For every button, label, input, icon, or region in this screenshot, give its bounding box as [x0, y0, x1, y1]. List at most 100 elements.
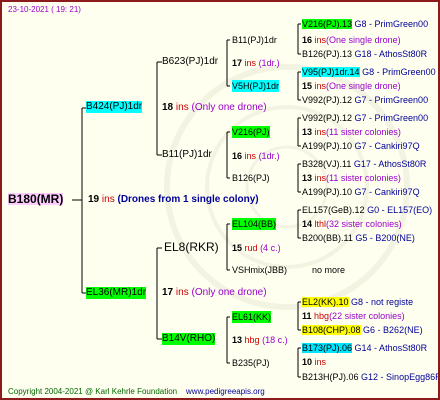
gen4-tail-12: G0 - EL157(EO)	[367, 205, 433, 215]
gen4-tail-4: G8 - PrimGreen00	[362, 67, 436, 77]
gen3-queen-2[interactable]: V5H(PJ)1dr	[232, 80, 280, 92]
gen4-id-3[interactable]: B126(PJ).13	[302, 49, 352, 59]
site-link[interactable]: www.pedigreeapis.org	[186, 387, 265, 396]
gen4-tail-3: G18 - AthosSt80R	[354, 49, 428, 59]
gen4-row-7: V992(PJ).12 G7 - PrimGreen00	[302, 112, 428, 124]
gen2-queen-2[interactable]: B11(PJ)1dr	[162, 149, 212, 161]
gen2-label-1: ins	[244, 58, 257, 68]
gen1-bottom-label: ins	[175, 287, 189, 298]
gen4-row-1: V216(PJ).13 G8 - PrimGreen00	[302, 18, 428, 30]
gen4-id-15: 11	[302, 311, 312, 321]
gen4-row-8: 13 ins(11 sister colonies)	[302, 127, 401, 137]
gen4-row-13: EL157(GeB).12 G0 - EL157(EO)	[302, 204, 432, 216]
gen4-id-8[interactable]: A199(PJ).10	[302, 141, 352, 151]
footer-copyright: Copyright 2004-2021 @ Karl Kehrle Founda…	[8, 386, 265, 398]
gen4-id-5: 15	[302, 81, 313, 91]
gen4-id-1[interactable]: V216(PJ).13	[302, 19, 353, 29]
gen2-note-1: (1dr.)	[258, 58, 280, 68]
gen4-tail-13: G5 - B200(NE)	[355, 233, 415, 243]
gen4-tail-11: G7 - Cankiri97Q	[354, 187, 420, 197]
gen3-queen-7[interactable]: EL61(KK)	[232, 311, 272, 323]
gen4-tail-17: G14 - AthosSt80R	[354, 343, 428, 353]
gen4-mid-18: ins	[314, 357, 327, 367]
copyright-text: Copyright 2004-2021 @ Karl Kehrle Founda…	[8, 387, 178, 396]
gen1-bottom-note: (Only one drone)	[191, 287, 267, 298]
gen4-id-4[interactable]: V95(PJ)1dr.14	[302, 67, 360, 77]
gen1-top-queen[interactable]: B424(PJ)1dr	[86, 101, 143, 113]
gen4-tail-14: G8 - not registe	[351, 297, 414, 307]
gen4-mid-2: ins	[314, 35, 327, 45]
gen4-id-19[interactable]: B213H(PJ).06	[302, 372, 359, 382]
gen1-bottom-info: 17 ins (Only one drone)	[162, 287, 267, 299]
gen1-bottom-queen[interactable]: EL36(MR)1dr	[86, 287, 147, 299]
gen4-id-16[interactable]: B108(CHP).08	[302, 325, 361, 335]
root-inspection: 19 ins (Drones from 1 single colony)	[88, 194, 259, 206]
gen4-row-16: EL2(KK).10 G8 - not registe	[302, 296, 413, 308]
gen4-row-4: V95(PJ)1dr.14 G8 - PrimGreen00	[302, 66, 436, 78]
gen4-id-12[interactable]: EL157(GeB).12	[302, 205, 365, 215]
gen2-queen-3[interactable]: EL8(RKR)	[164, 241, 219, 253]
gen4-id-13[interactable]: B200(BB).11	[302, 233, 353, 243]
gen4-row-10: B328(VJ).11 G17 - AthosSt80R	[302, 158, 426, 170]
gen1-top-label: ins	[175, 102, 189, 113]
gen4-tail-15: (22 sister colonies)	[329, 311, 405, 321]
gen2-queen-4[interactable]: B14V(RHO)	[162, 333, 216, 345]
gen2-info-1: 17 ins (1dr.)	[232, 57, 280, 69]
gen2-info-4: 13 hbg (18 c.)	[232, 334, 288, 346]
gen4-id-6[interactable]: V992(PJ).12	[302, 95, 352, 105]
gen2-num-2: 16	[232, 151, 243, 161]
gen4-id-9[interactable]: B328(VJ).11	[302, 159, 351, 169]
gen4-tail-19: G12 - SinopEgg86R	[361, 372, 440, 382]
gen4-tail-5: (One single drone)	[326, 81, 401, 91]
gen3-queen-1[interactable]: B11(PJ)1dr	[232, 34, 277, 46]
gen2-label-4: hbg	[244, 335, 260, 345]
gen4-id-17[interactable]: B173(PJ).06	[302, 343, 353, 353]
gen1-bottom-num: 17	[162, 287, 174, 298]
gen4-mid-10: ins	[314, 173, 327, 183]
gen4-row-6: V992(PJ).12 G7 - PrimGreen00	[302, 94, 428, 106]
gen4-tail-2: (One single drone)	[326, 35, 401, 45]
no-more-text: no more	[312, 265, 346, 275]
gen3-queen-3[interactable]: V216(PJ)	[232, 126, 270, 138]
gen4-id-2: 16	[302, 35, 313, 45]
root-note: (Drones from 1 single colony)	[117, 194, 259, 205]
gen4-tail-10: (11 sister colonies)	[326, 173, 401, 183]
gen3-queen-6[interactable]: VSHmix(JBB)	[232, 264, 287, 276]
gen4-row-17: 11 hbg(22 sister colonies)	[302, 310, 405, 322]
gen4-tail-1: G8 - PrimGreen00	[354, 19, 429, 29]
pedigree-frame: 23-10-2021 ( 19: 21) B180(MR) 19 ins (Dr…	[0, 0, 440, 400]
gen4-id-14[interactable]: EL2(KK).10	[302, 297, 349, 307]
gen4-mid-15: hbg	[314, 311, 330, 321]
gen4-row-15: B200(BB).11 G5 - B200(NE)	[302, 232, 415, 244]
gen4-row-9: A199(PJ).10 G7 - Cankiri97Q	[302, 140, 420, 152]
gen4-row-18: B108(CHP).08 G6 - B262(NE)	[302, 324, 423, 336]
gen2-note-2: (1dr.)	[258, 151, 280, 161]
gen4-row-11: 13 ins(11 sister colonies)	[302, 172, 401, 184]
gen4-row-12: A199(PJ).10 G7 - Cankiri97Q	[302, 186, 420, 198]
root-ins-label: ins	[101, 194, 115, 205]
root-queen[interactable]: B180(MR)	[8, 193, 64, 205]
gen2-info-2: 16 ins (1dr.)	[232, 150, 280, 162]
gen4-row-3: B126(PJ).13 G18 - AthosSt80R	[302, 48, 427, 60]
gen3-queen-5[interactable]: EL104(BB)	[232, 218, 277, 230]
gen4-mid-5: ins	[314, 81, 327, 91]
gen1-top-num: 18	[162, 102, 174, 113]
gen4-id-10: 13	[302, 173, 313, 183]
gen4-tail-7: G7 - PrimGreen00	[354, 113, 429, 123]
gen1-top-info: 18 ins (Only one drone)	[162, 102, 267, 114]
date-stamp: 23-10-2021 ( 19: 21)	[8, 5, 81, 14]
gen3-queen-8[interactable]: B235(PJ)	[232, 357, 270, 369]
gen4-row-19: B173(PJ).06 G14 - AthosSt80R	[302, 342, 427, 354]
gen2-label-2: ins	[244, 151, 257, 161]
gen2-label-3: rud	[244, 243, 258, 253]
gen4-id-18: 10	[302, 357, 313, 367]
gen2-queen-1[interactable]: B623(PJ)1dr	[162, 56, 218, 68]
gen2-num-3: 15	[232, 243, 243, 253]
gen4-id-7[interactable]: V992(PJ).12	[302, 113, 352, 123]
gen2-note-3: (4 c.)	[260, 243, 281, 253]
gen4-row-21: B213H(PJ).06 G12 - SinopEgg86R	[302, 371, 440, 383]
gen3-queen-4[interactable]: B126(PJ)	[232, 172, 270, 184]
gen4-id-11[interactable]: A199(PJ).10	[302, 187, 352, 197]
gen4-row-14: 14 lthl(32 sister colonies)	[302, 219, 402, 229]
gen4-row-2: 16 ins(One single drone)	[302, 34, 401, 46]
